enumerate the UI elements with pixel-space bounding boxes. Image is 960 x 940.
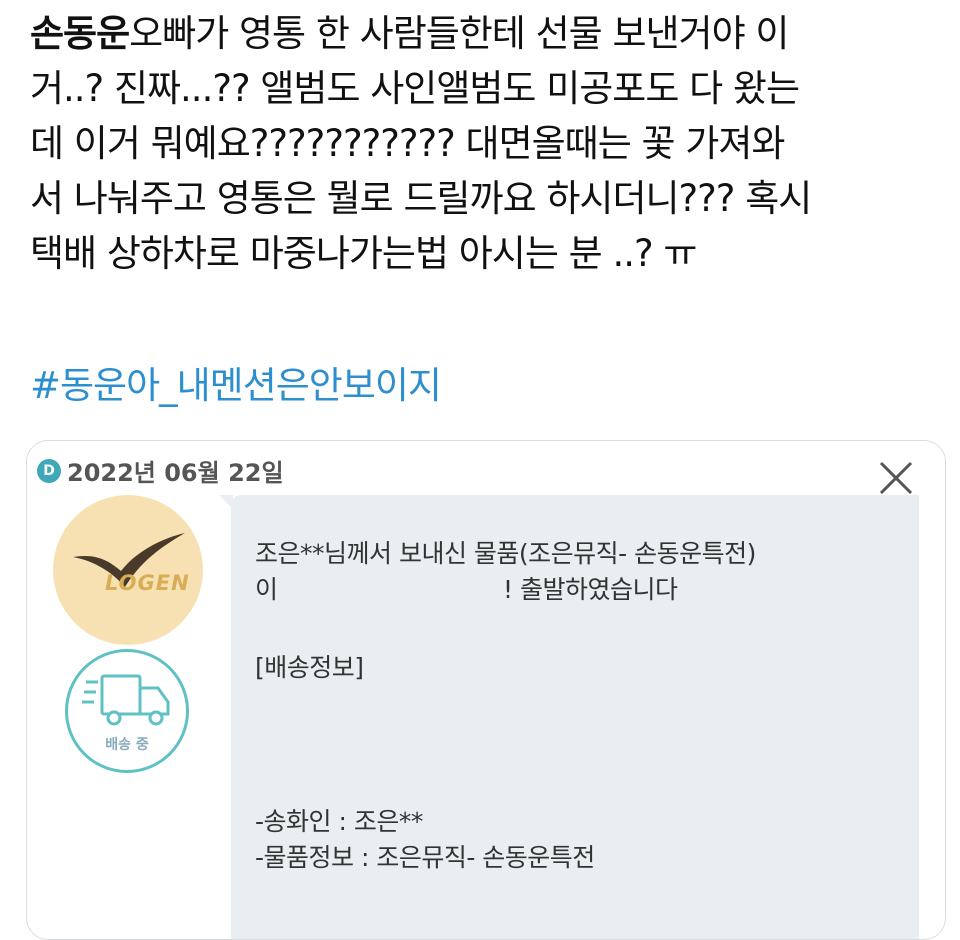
message-line-2a: 이 [255,575,278,604]
attached-image-card[interactable]: D 2022년 06월 22일 LOGEN 배송 중 조은**님께서 보내신 물… [26,440,946,940]
message-line-2b: ! 출발하였습니다 [503,575,678,604]
item-info-line: -물품정보 : 조은뮤직- 손동운특전 [255,843,595,872]
logen-logo: LOGEN [53,495,203,645]
tweet-body: 오빠가 영통 한 사람들한테 선물 보낸거야 이 거..? 진짜...?? 앨범… [30,12,812,275]
message-date: 2022년 06월 22일 [67,459,284,487]
truck-icon [82,674,170,726]
status-label: 배송 중 [105,737,149,753]
logo-text: LOGEN [105,571,190,595]
message-line-1: 조은**님께서 보내신 물품(조은뮤직- 손동운특전) [255,539,756,568]
close-icon[interactable] [877,459,915,497]
message-date-row: D 2022년 06월 22일 [37,453,284,488]
mention-link[interactable]: 손동운 [30,12,130,55]
delivery-info-heading: [배송정보] [255,653,364,682]
hashtag-link[interactable]: #동운아_내멘션은안보이지 [30,358,442,413]
message-bubble: 조은**님께서 보내신 물품(조은뮤직- 손동운특전) 이 ! 출발하였습니다 … [231,495,919,939]
delivery-status-badge: 배송 중 [65,649,189,773]
tweet-text: 손동운오빠가 영통 한 사람들한테 선물 보낸거야 이 거..? 진짜...??… [30,6,945,281]
logen-bird-icon [73,533,185,587]
d-badge: D [37,458,61,483]
sender-line: -송화인 : 조은** [255,807,423,836]
